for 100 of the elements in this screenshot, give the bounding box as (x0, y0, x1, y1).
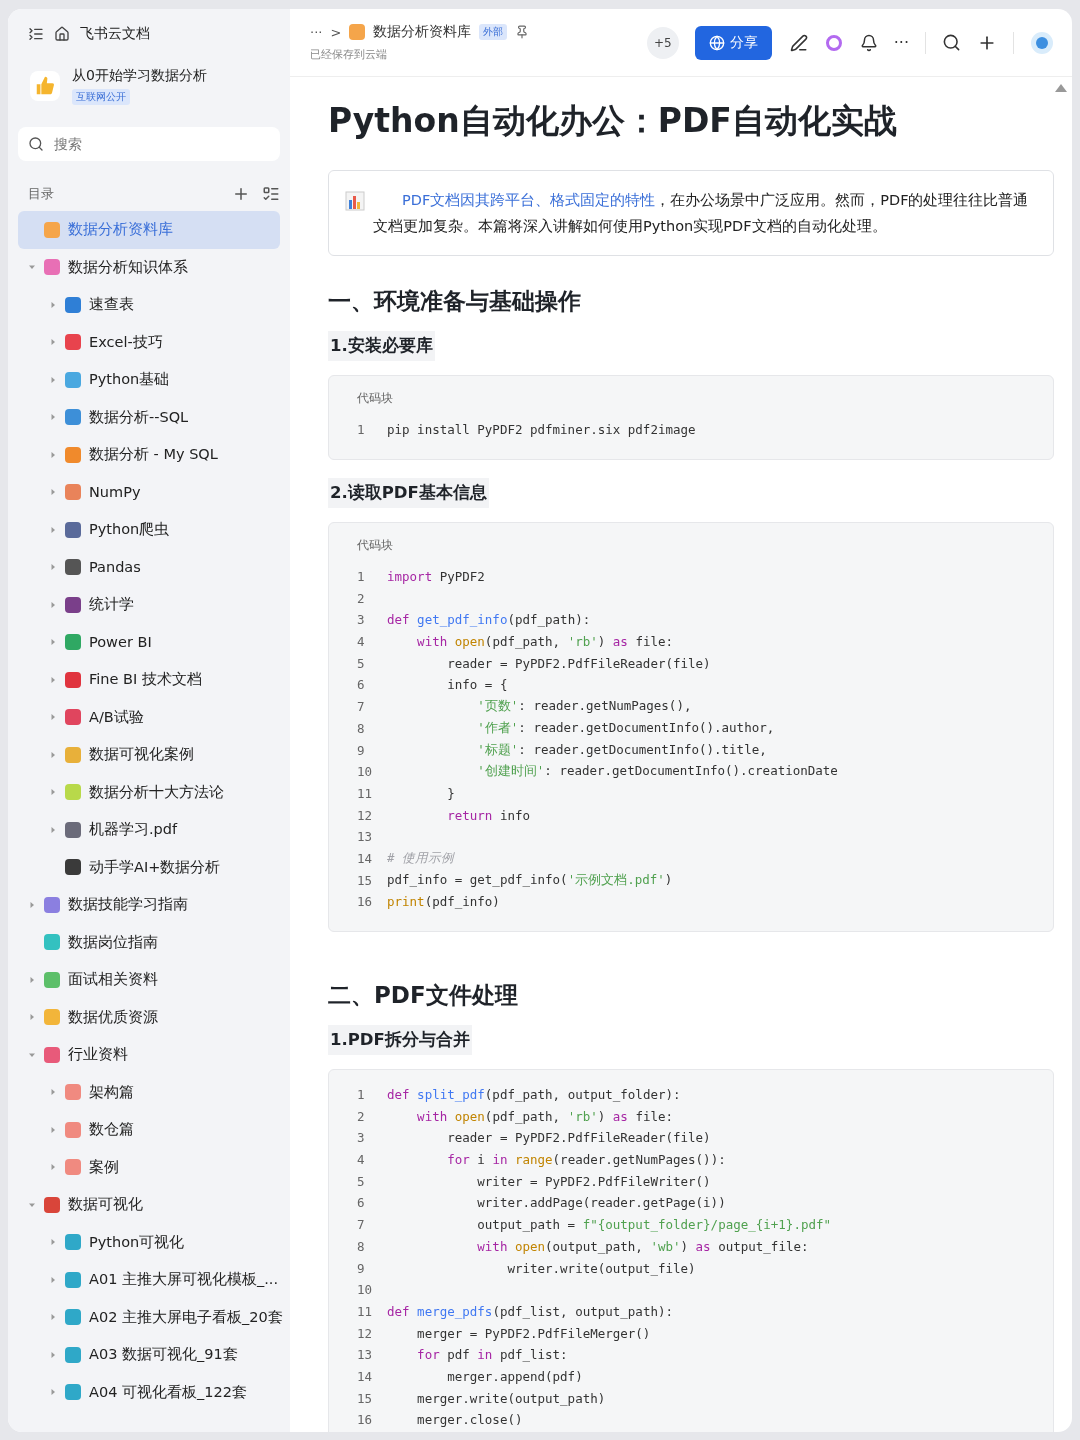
tree-item[interactable]: Python可视化 (18, 1223, 280, 1261)
search-icon (28, 136, 44, 152)
code-line: '页数': reader.getNumPages(), (476, 698, 692, 716)
line-number: 10 (357, 1282, 374, 1298)
tree-item[interactable]: Fine BI 技术文档 (18, 661, 280, 699)
public-badge: 互联网公开 (72, 89, 130, 105)
line-number: 7 (357, 699, 366, 715)
tree-item[interactable]: 速查表 (18, 286, 280, 324)
subsection-heading: 2.读取PDF基本信息 (328, 477, 489, 508)
search-icon[interactable] (942, 33, 961, 52)
tree-item[interactable]: Pandas (18, 548, 280, 586)
tree-item[interactable]: 数据可视化 (18, 1186, 280, 1224)
tree-item[interactable]: Excel-技巧 (18, 323, 280, 361)
code-line: print(pdf_info) (387, 894, 500, 910)
tree-item[interactable]: 数据分析十大方法论 (18, 773, 280, 811)
tree-item[interactable]: 行业资料 (18, 1036, 280, 1074)
code-line: # 使用示例 (387, 849, 455, 867)
tree-item[interactable]: 数据分析知识体系 (18, 248, 280, 286)
home-icon[interactable] (54, 26, 70, 42)
tree-item[interactable]: 机器学习.pdf (18, 811, 280, 849)
pin-icon[interactable] (515, 25, 530, 39)
avatar-icon[interactable] (1030, 30, 1054, 55)
tree-item[interactable]: A01 主推大屏可视化模板_... (18, 1261, 280, 1299)
tree-item[interactable]: 面试相关资料 (18, 961, 280, 999)
code-line: merger.append(pdf) (446, 1368, 583, 1384)
save-status: 已经保存到云端 (310, 47, 388, 62)
line-number: 6 (357, 677, 366, 693)
code-line: reader = PyPDF2.PdfFileReader(file) (446, 655, 711, 671)
tree-item[interactable]: A02 主推大屏电子看板_20套 (18, 1298, 280, 1336)
line-number: 14 (357, 1368, 374, 1384)
code-line: writer.write(output_file) (506, 1260, 696, 1276)
collaborator-count[interactable]: +5 (646, 26, 679, 59)
tree-item[interactable]: 架构篇 (18, 1073, 280, 1111)
tree-item[interactable]: 数据分析资料库 (18, 211, 280, 249)
code-line: def split_pdf(pdf_path, output_folder): (387, 1087, 681, 1103)
code-line: pip install PyPDF2 pdfminer.six pdf2image (387, 422, 696, 438)
line-number: 8 (357, 1238, 366, 1254)
tree-item[interactable]: A/B试验 (18, 698, 280, 736)
code-line: '作者': reader.getDocumentInfo().author, (476, 719, 775, 737)
callout-text: PDF文档因其跨平台、格式固定的特性，在办公场景中广泛应用。然而，PDF的处理往往比普通文档更加复杂。本篇将深入讲解如何使用Python实现PDF文档的自动化处理。 (373, 191, 1030, 236)
line-number: 7 (357, 1217, 366, 1233)
line-number: 13 (357, 829, 374, 845)
subsection-heading: 1.PDF拆分与合并 (328, 1024, 472, 1055)
code-line: writer = PyPDF2.PdfFileWriter() (476, 1173, 711, 1189)
breadcrumb-link[interactable]: 数据分析资料库 (373, 23, 472, 41)
code-line: with open(pdf_path, 'rb') as file: (416, 1108, 674, 1124)
code-line: merger.write(output_path) (416, 1390, 606, 1406)
edit-icon[interactable] (789, 33, 808, 52)
line-number: 6 (357, 1195, 366, 1211)
code-line: merger = PyPDF2.PdfFileMerger() (416, 1325, 651, 1341)
tree-item[interactable]: Python爬虫 (18, 511, 280, 549)
code-line: with open(output_path, 'wb') as output_file: (476, 1238, 809, 1254)
line-number: 2 (357, 590, 366, 606)
tree-item[interactable]: A04 可视化看板_122套 (18, 1373, 280, 1411)
tree-item[interactable]: NumPy (18, 473, 280, 511)
sidebar-toggle-icon[interactable] (28, 26, 44, 42)
share-button[interactable]: 分享 (694, 25, 772, 60)
ring-icon[interactable] (823, 32, 844, 53)
line-number: 14 (357, 850, 374, 866)
code-line: merger.close() (416, 1412, 523, 1428)
tree-item[interactable]: 动手学AI+数据分析 (18, 848, 280, 886)
bar-chart-icon (345, 191, 365, 211)
code-line: for i in range(reader.getNumPages()): (446, 1152, 726, 1168)
tree-item[interactable]: 数仓篇 (18, 1111, 280, 1149)
code-line: writer.addPage(reader.getPage(i)) (476, 1195, 726, 1211)
add-icon[interactable] (232, 185, 250, 203)
line-number: 4 (357, 634, 366, 650)
code-line: with open(pdf_path, 'rb') as file: (416, 634, 674, 650)
list-icon[interactable] (262, 185, 280, 203)
tree-item[interactable]: 统计学 (18, 586, 280, 624)
scroll-up-icon[interactable] (1054, 83, 1068, 93)
search-field[interactable]: 搜索 (18, 127, 280, 161)
line-number: 1 (357, 569, 366, 585)
code-line: import PyPDF2 (387, 569, 485, 585)
tree-item[interactable]: 数据岗位指南 (18, 923, 280, 961)
more-icon[interactable]: ··· (310, 24, 323, 40)
tree-item[interactable]: 数据优质资源 (18, 998, 280, 1036)
code-line: for pdf in pdf_list: (416, 1347, 568, 1363)
line-number: 15 (357, 1390, 374, 1406)
code-line: reader = PyPDF2.PdfFileReader(file) (446, 1130, 711, 1146)
bell-icon[interactable] (859, 33, 878, 52)
more-icon[interactable]: ··· (893, 33, 909, 52)
tree-item[interactable]: 数据可视化案例 (18, 736, 280, 774)
tree-item[interactable]: 数据分析 - My SQL (18, 436, 280, 474)
line-number: 16 (357, 894, 374, 910)
code-line: '标题': reader.getDocumentInfo().title, (476, 741, 767, 759)
tree-item[interactable]: Power BI (18, 623, 280, 661)
code-line: } (446, 785, 455, 801)
line-number: 11 (357, 1303, 374, 1319)
tree-item[interactable]: Python基础 (18, 361, 280, 399)
line-number: 4 (357, 1152, 366, 1168)
line-number: 15 (357, 872, 374, 888)
tree-item[interactable]: 数据分析--SQL (18, 398, 280, 436)
code-line: pdf_info = get_pdf_info('示例文档.pdf') (387, 871, 673, 889)
tree-item[interactable]: A03 数据可视化_91套 (18, 1336, 280, 1374)
code-block-label: 代码块 (357, 536, 394, 554)
tree-item[interactable]: 数据技能学习指南 (18, 886, 280, 924)
toc-label: 目录 (28, 185, 55, 203)
tree-item[interactable]: 案例 (18, 1148, 280, 1186)
line-number: 12 (357, 1325, 374, 1341)
